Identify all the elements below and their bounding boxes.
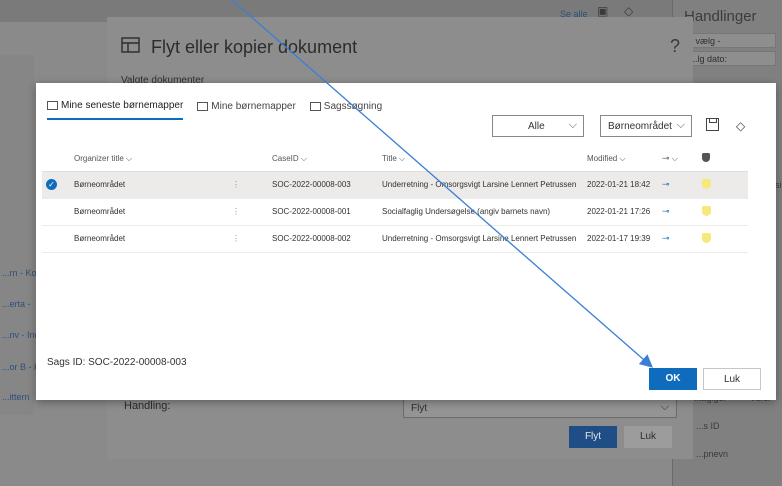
- folder-picker-modal: Mine seneste børnemapper Mine børnemappe…: [36, 83, 776, 400]
- save-icon[interactable]: [706, 118, 719, 131]
- pin-icon: ⊸: [662, 153, 670, 164]
- pin-icon[interactable]: ⊸: [662, 233, 670, 243]
- chevron-down-icon: ⌵: [660, 401, 669, 413]
- tab-recent-child-folders[interactable]: Mine seneste børnemapper: [47, 98, 184, 120]
- modified-cell: 2022-01-21 18:42: [583, 171, 658, 199]
- title-cell[interactable]: Underretning - Omsorgsvigt Larsine Lenne…: [378, 225, 583, 253]
- left-list-item[interactable]: ...erta -: [2, 299, 31, 309]
- column-header-pin[interactable]: ⊸ ⌵: [658, 147, 698, 172]
- more-options-icon[interactable]: ⋮: [232, 180, 240, 189]
- tab-label: Mine seneste børnemapper: [61, 100, 184, 111]
- shield-icon: [702, 205, 711, 216]
- flyt-button[interactable]: Flyt: [569, 426, 617, 448]
- chevron-down-icon: ⌵: [568, 119, 577, 131]
- right-side-text: ...pnevn: [696, 449, 729, 459]
- table-row[interactable]: Børneområdet ⋮ SOC-2022-00008-002 Underr…: [42, 225, 748, 253]
- organizer-cell: Børneområdet: [70, 171, 228, 199]
- folder-icon: [47, 101, 58, 110]
- column-header-organizer[interactable]: Organizer title ⌵: [70, 147, 228, 172]
- tab-my-child-folders[interactable]: Mine børnemapper: [197, 98, 296, 120]
- handling-select-value: Flyt: [411, 403, 428, 414]
- chevron-down-icon: ⌵: [676, 119, 685, 131]
- caseid-cell[interactable]: SOC-2022-00008-001: [268, 198, 378, 226]
- help-icon[interactable]: ?: [670, 36, 680, 57]
- table-row[interactable]: Børneområdet ⋮ SOC-2022-00008-001 Social…: [42, 198, 748, 226]
- table-row[interactable]: ✓ Børneområdet ⋮ SOC-2022-00008-003 Unde…: [42, 171, 748, 199]
- left-list-item[interactable]: ...rn - Ko: [2, 268, 37, 278]
- checkmark-icon[interactable]: ✓: [46, 179, 57, 190]
- more-options-icon[interactable]: ⋮: [232, 234, 240, 243]
- right-panel-date[interactable]: ...lg dato:: [686, 51, 776, 66]
- status-filter-value: Alle: [528, 121, 545, 132]
- folder-table: Organizer title ⌵ CaseID ⌵ Title ⌵ Modif…: [42, 147, 748, 253]
- luk-button[interactable]: Luk: [703, 368, 761, 390]
- caseid-cell[interactable]: SOC-2022-00008-002: [268, 225, 378, 253]
- left-list-item[interactable]: ...ittern: [2, 392, 30, 402]
- tab-case-search[interactable]: Sagssøgning: [309, 98, 383, 120]
- left-list-item[interactable]: ...or B - K: [2, 362, 40, 372]
- outer-dialog-title: Flyt eller kopier dokument: [151, 37, 358, 57]
- left-list-item[interactable]: ...nv - Ind: [2, 330, 40, 340]
- column-header-security[interactable]: [698, 147, 748, 172]
- status-filter-dropdown[interactable]: Alle ⌵: [492, 115, 584, 137]
- organizer-cell: Børneområdet: [70, 225, 228, 253]
- column-header-title[interactable]: Title ⌵: [378, 147, 583, 172]
- tab-label: Sagssøgning: [323, 101, 383, 112]
- save-icon-bg[interactable]: ▣: [597, 4, 608, 18]
- area-filter-value: Børneområdet: [608, 121, 672, 132]
- shield-icon: [702, 153, 710, 163]
- right-panel-select[interactable]: - vælg -: [686, 33, 776, 48]
- modified-cell: 2022-01-17 19:39: [583, 225, 658, 253]
- title-cell[interactable]: Socialfaglig Undersøgelse (angiv barnets…: [378, 198, 583, 226]
- move-document-icon: [121, 37, 140, 53]
- title-cell[interactable]: Underretning - Omsorgsvigt Larsine Lenne…: [378, 171, 583, 199]
- handling-select[interactable]: Flyt ⌵: [403, 398, 677, 418]
- pin-icon[interactable]: ⊸: [662, 179, 670, 189]
- pin-icon[interactable]: ⊸: [662, 206, 670, 216]
- column-header-caseid[interactable]: CaseID ⌵: [268, 147, 378, 172]
- more-options-icon[interactable]: ⋮: [232, 207, 240, 216]
- right-panel-title: Handlinger: [684, 8, 757, 25]
- table-header-row: Organizer title ⌵ CaseID ⌵ Title ⌵ Modif…: [42, 147, 748, 172]
- column-header-modified[interactable]: Modified ⌵: [583, 147, 658, 172]
- folder-icon: [197, 102, 209, 111]
- clear-filter-icon[interactable]: ◇: [736, 119, 745, 133]
- search-folder-icon: [309, 102, 321, 111]
- outer-luk-button[interactable]: Luk: [624, 426, 672, 448]
- tab-label: Mine børnemapper: [211, 101, 296, 112]
- shield-icon: [702, 178, 711, 189]
- background-left-strip: [0, 55, 34, 415]
- caseid-cell[interactable]: SOC-2022-00008-003: [268, 171, 378, 199]
- area-filter-dropdown[interactable]: Børneområdet ⌵: [600, 115, 692, 137]
- handling-label: Handling:: [124, 400, 171, 412]
- shield-icon: [702, 232, 711, 243]
- right-side-text: ...s ID: [696, 421, 720, 431]
- modified-cell: 2022-01-21 17:26: [583, 198, 658, 226]
- selected-case-id: Sags ID: SOC-2022-00008-003: [47, 357, 187, 368]
- tab-bar: Mine seneste børnemapper Mine børnemappe…: [47, 98, 382, 120]
- ok-button[interactable]: OK: [649, 368, 697, 390]
- eraser-icon-bg[interactable]: ◇: [624, 4, 633, 18]
- organizer-cell: Børneområdet: [70, 198, 228, 226]
